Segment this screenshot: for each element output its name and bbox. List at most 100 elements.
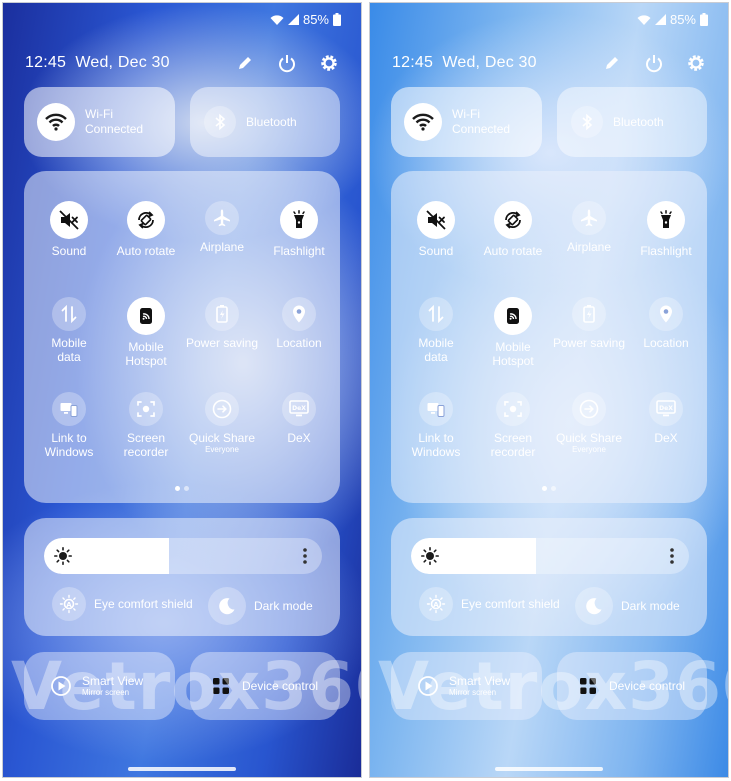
more-options-icon[interactable] <box>302 547 308 565</box>
quick-setting-dex[interactable]: DeX DeX <box>626 392 706 445</box>
brightness-slider[interactable] <box>44 538 322 574</box>
dark-mode-label: Dark mode <box>254 599 313 613</box>
page-dot-2[interactable] <box>184 486 189 491</box>
bluetooth-title: Bluetooth <box>613 114 664 129</box>
edit-icon[interactable] <box>235 53 255 73</box>
quick-setting-screen-recorder[interactable]: Screen recorder <box>106 392 186 459</box>
quick-setting-label: Quick Share <box>555 431 623 445</box>
quick-setting-hotspot[interactable]: Mobile Hotspot <box>106 297 186 368</box>
brightness-panel: A Eye comfort shield Dark mode <box>24 518 340 636</box>
quick-setting-flashlight[interactable]: Flashlight <box>626 201 706 258</box>
device-control-title: Device control <box>609 679 686 693</box>
quick-settings-panel: Sound Auto rotate Airplane Flashlight Mobile… <box>24 171 340 503</box>
eye-comfort-toggle[interactable]: A Eye comfort shield <box>52 587 193 621</box>
battery-icon <box>205 297 239 331</box>
quick-setting-rotate[interactable]: Auto rotate <box>473 201 553 258</box>
panel-header: 12:45 Wed, Dec 30 <box>25 51 339 75</box>
eye-comfort-toggle[interactable]: A Eye comfort shield <box>419 587 560 621</box>
bluetooth-tile[interactable]: Bluetooth <box>190 87 340 157</box>
svg-text:A: A <box>433 601 439 609</box>
quick-setting-location[interactable]: Location <box>626 297 706 350</box>
panel-header: 12:45 Wed, Dec 30 <box>392 51 706 75</box>
quick-setting-link-to-windows[interactable]: Link to Windows <box>29 392 109 459</box>
wifi-tile[interactable]: Wi-Fi Connected <box>24 87 175 157</box>
quick-setting-mute[interactable]: Sound <box>396 201 476 258</box>
quick-setting-label: Flashlight <box>640 244 692 258</box>
quick-setting-screen-recorder[interactable]: Screen recorder <box>473 392 553 459</box>
page-dot-1[interactable] <box>175 486 180 491</box>
wifi-signal-icon <box>637 14 651 26</box>
more-options-icon[interactable] <box>669 547 675 565</box>
quick-setting-mobile-data[interactable]: Mobile data <box>29 297 109 364</box>
mute-icon <box>417 201 455 239</box>
mobile-data-icon <box>52 297 86 331</box>
cell-signal-icon <box>287 14 299 25</box>
quick-setting-flashlight[interactable]: Flashlight <box>259 201 339 258</box>
battery-percent: 85% <box>302 12 329 27</box>
smart-view-tile[interactable]: Smart View Mirror screen <box>391 652 542 720</box>
navigation-handle[interactable] <box>495 767 603 771</box>
quick-setting-airplane[interactable]: Airplane <box>549 201 629 254</box>
battery-icon <box>333 13 341 26</box>
quick-setting-battery[interactable]: Power saving <box>549 297 629 350</box>
quick-setting-rotate[interactable]: Auto rotate <box>106 201 186 258</box>
link-to-windows-icon <box>419 392 453 426</box>
quick-setting-location[interactable]: Location <box>259 297 339 350</box>
wifi-icon <box>37 103 75 141</box>
quick-setting-dex[interactable]: DeX DeX <box>259 392 339 445</box>
clock: 12:45 Wed, Dec 30 <box>25 54 170 71</box>
smart-view-subtitle: Mirror screen <box>449 688 497 697</box>
bluetooth-icon <box>204 106 236 138</box>
dark-mode-toggle[interactable]: Dark mode <box>208 587 313 625</box>
device-control-tile[interactable]: Device control <box>190 652 340 720</box>
quick-setting-label: Auto rotate <box>483 244 543 258</box>
edit-icon[interactable] <box>602 53 622 73</box>
page-dot-2[interactable] <box>551 486 556 491</box>
quick-setting-mobile-data[interactable]: Mobile data <box>396 297 476 364</box>
quick-setting-quick-share[interactable]: Quick Share Everyone <box>549 392 629 455</box>
airplane-icon <box>572 201 606 235</box>
quick-share-icon <box>572 392 606 426</box>
quick-share-icon <box>205 392 239 426</box>
quick-setting-mute[interactable]: Sound <box>29 201 109 258</box>
quick-setting-battery[interactable]: Power saving <box>182 297 262 350</box>
wifi-title: Wi-Fi <box>85 107 113 121</box>
smart-view-title: Smart View <box>82 674 144 688</box>
quick-setting-airplane[interactable]: Airplane <box>182 201 262 254</box>
settings-gear-icon[interactable] <box>686 53 706 73</box>
quick-setting-label: Mobile data <box>418 336 454 364</box>
quick-setting-label: Quick Share <box>188 431 256 445</box>
power-icon[interactable] <box>644 53 664 73</box>
quick-setting-label: Link to Windows <box>411 431 461 459</box>
quick-setting-sublabel: Everyone <box>572 445 606 454</box>
device-control-icon <box>206 671 236 701</box>
phone-screen-light: 85% 12:45 Wed, Dec 30 Wi-Fi Connected Bl… <box>369 2 729 778</box>
quick-setting-label: Location <box>276 336 322 350</box>
smart-view-icon <box>413 671 443 701</box>
page-indicator <box>391 486 707 491</box>
smart-view-tile[interactable]: Smart View Mirror screen <box>24 652 175 720</box>
wifi-tile[interactable]: Wi-Fi Connected <box>391 87 542 157</box>
power-icon[interactable] <box>277 53 297 73</box>
page-dot-1[interactable] <box>542 486 547 491</box>
dark-mode-label: Dark mode <box>621 599 680 613</box>
status-bar: 85% <box>637 12 708 27</box>
quick-setting-label: Mobile data <box>51 336 87 364</box>
dark-mode-toggle[interactable]: Dark mode <box>575 587 680 625</box>
navigation-handle[interactable] <box>128 767 236 771</box>
quick-setting-quick-share[interactable]: Quick Share Everyone <box>182 392 262 455</box>
battery-icon <box>700 13 708 26</box>
bluetooth-tile[interactable]: Bluetooth <box>557 87 707 157</box>
clock: 12:45 Wed, Dec 30 <box>392 54 537 71</box>
brightness-slider[interactable] <box>411 538 689 574</box>
quick-setting-label: Airplane <box>199 240 245 254</box>
moon-icon <box>575 587 613 625</box>
rotate-icon <box>127 201 165 239</box>
quick-setting-link-to-windows[interactable]: Link to Windows <box>396 392 476 459</box>
quick-settings-panel: Sound Auto rotate Airplane Flashlight Mobile… <box>391 171 707 503</box>
device-control-tile[interactable]: Device control <box>557 652 707 720</box>
settings-gear-icon[interactable] <box>319 53 339 73</box>
quick-setting-hotspot[interactable]: Mobile Hotspot <box>473 297 553 368</box>
eye-comfort-icon: A <box>52 587 86 621</box>
hotspot-icon <box>494 297 532 335</box>
